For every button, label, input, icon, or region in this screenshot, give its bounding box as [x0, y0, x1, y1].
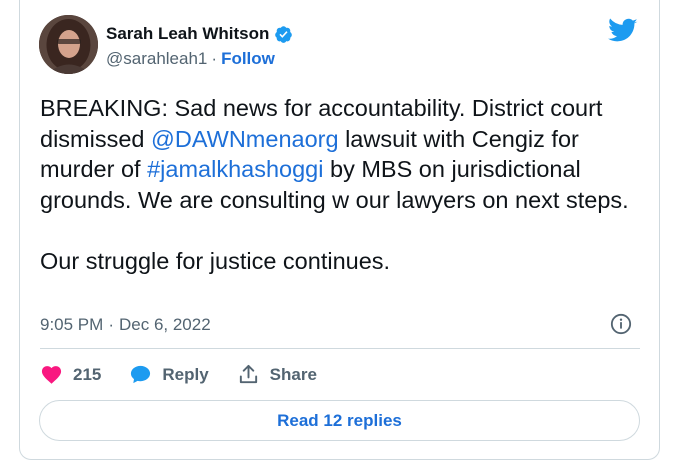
- timestamp-separator: ·: [108, 315, 114, 334]
- author-handle-row: @sarahleah1 · Follow: [106, 49, 275, 69]
- avatar[interactable]: [39, 15, 98, 74]
- info-icon[interactable]: [610, 313, 632, 335]
- mention-link[interactable]: @DAWNmenaorg: [151, 126, 339, 152]
- author-name-row: Sarah Leah Whitson: [106, 24, 293, 44]
- reply-button[interactable]: Reply: [129, 363, 209, 386]
- share-upload-icon: [239, 364, 257, 384]
- tweet-text: BREAKING: Sad news for accountability. D…: [40, 93, 640, 276]
- share-label: Share: [269, 364, 317, 384]
- author-handle[interactable]: @sarahleah1: [106, 49, 207, 69]
- action-bar: 215 Reply Share: [40, 363, 345, 386]
- speech-bubble-icon: [131, 365, 151, 384]
- tweet-date: Dec 6, 2022: [118, 315, 211, 334]
- tweet-card: Sarah Leah Whitson @sarahleah1 · Follow …: [19, 0, 660, 460]
- like-button[interactable]: 215: [40, 363, 101, 386]
- tweet-time: 9:05 PM: [40, 315, 104, 334]
- twitter-bird-icon[interactable]: [608, 18, 638, 44]
- handle-separator: ·: [211, 49, 218, 68]
- share-button[interactable]: Share: [237, 363, 317, 386]
- read-replies-button[interactable]: Read 12 replies: [39, 400, 640, 441]
- tweet-paragraph-1: BREAKING: Sad news for accountability. D…: [40, 93, 640, 215]
- avatar-image: [39, 15, 98, 74]
- heart-icon: [41, 366, 62, 384]
- follow-button[interactable]: Follow: [221, 49, 275, 69]
- reply-label: Reply: [162, 364, 209, 384]
- like-count: 215: [73, 364, 102, 384]
- verified-badge-icon: [275, 25, 293, 43]
- timestamp[interactable]: 9:05 PM · Dec 6, 2022: [40, 315, 211, 335]
- author-name[interactable]: Sarah Leah Whitson: [106, 24, 269, 44]
- divider: [40, 348, 640, 349]
- hashtag-link[interactable]: #jamalkhashoggi: [147, 156, 323, 182]
- tweet-paragraph-2: Our struggle for justice continues.: [40, 247, 391, 274]
